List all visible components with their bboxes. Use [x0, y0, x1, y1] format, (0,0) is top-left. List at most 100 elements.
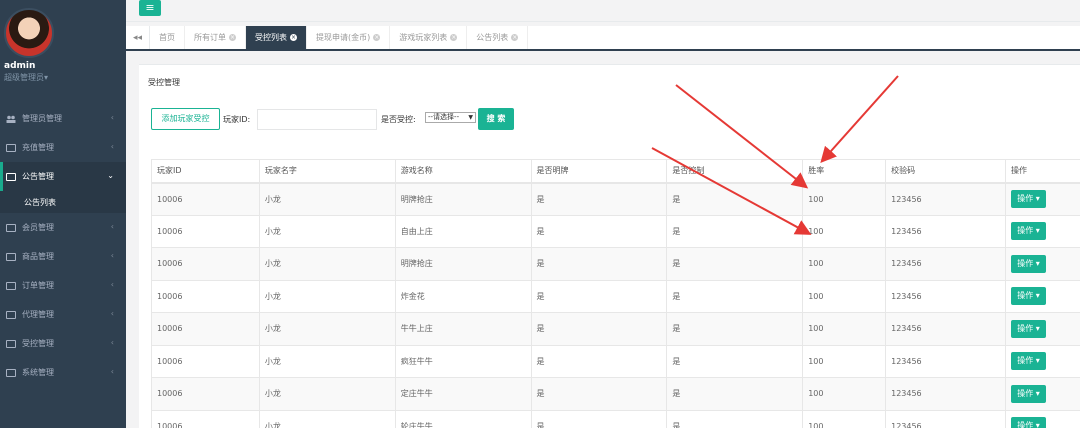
menu-toggle-button[interactable]: ≡: [139, 0, 161, 16]
table-cell: 10006: [151, 247, 260, 281]
user-role-dropdown[interactable]: 超级管理员▾: [4, 72, 126, 83]
sidebar-item-label: 管理员管理: [22, 114, 62, 123]
player-id-input[interactable]: [257, 109, 377, 130]
table-row: 10006 小龙 明牌抢庄是是 100 123456 操作 ▾: [151, 182, 1080, 216]
app-root: admin 超级管理员▾ 管理员管理 ‹ 充值管理 ‹ 公告管理 ⌄ 公告列表: [0, 0, 1080, 428]
table-cell: 定庄牛牛: [394, 377, 532, 411]
chevron-left-icon: ‹: [110, 367, 114, 376]
table-cell: 是: [530, 377, 668, 411]
monitor-icon: [6, 310, 16, 319]
controlled-table: 玩家ID 玩家名字 游戏名称 是否明牌 是否控制 胜率 校验码 操作 10006…: [151, 159, 1080, 428]
table-cell: 123456: [885, 279, 1006, 313]
table-cell: 10006: [151, 312, 260, 346]
table-cell: 小龙: [258, 377, 396, 411]
add-controlled-player-button[interactable]: 添加玩家受控: [151, 108, 220, 130]
action-dropdown-button[interactable]: 操作 ▾: [1010, 384, 1046, 403]
search-button[interactable]: 搜 索: [478, 108, 514, 130]
sidebar-item-members[interactable]: 会员管理 ‹: [0, 213, 126, 242]
column-header: 游戏名称: [394, 159, 532, 184]
chevron-down-icon: ▼: [468, 114, 473, 121]
table-cell: 小龙: [258, 279, 396, 313]
action-dropdown-button[interactable]: 操作 ▾: [1010, 222, 1046, 241]
chevron-down-icon: ▾: [44, 73, 49, 82]
table-row: 10006 小龙 自由上庄是是 100 123456 操作 ▾: [151, 214, 1080, 248]
table-cell: 牛牛上庄: [394, 312, 532, 346]
column-header: 校验码: [885, 159, 1006, 184]
tab-announcement-list[interactable]: 公告列表 ×: [467, 26, 529, 49]
sidebar-item-recharge[interactable]: 充值管理 ‹: [0, 133, 126, 162]
column-header: 玩家ID: [151, 159, 260, 184]
sidebar-item-admin-management[interactable]: 管理员管理 ‹: [0, 104, 126, 133]
table-cell: 轮庄牛牛: [394, 409, 532, 428]
controlled-label: 是否受控:: [381, 115, 416, 124]
table-cell: 10006: [151, 409, 260, 428]
table-cell: 123456: [885, 182, 1006, 216]
table-cell: 操作 ▾: [1004, 409, 1080, 428]
action-dropdown-button[interactable]: 操作 ▾: [1010, 417, 1046, 428]
tab-game-players[interactable]: 游戏玩家列表 ×: [390, 26, 468, 49]
tab-home[interactable]: 首页: [150, 26, 185, 49]
table-cell: 100: [802, 312, 887, 346]
table-cell: 小龙: [258, 344, 396, 378]
column-header: 玩家名字: [258, 159, 396, 184]
tab-all-orders[interactable]: 所有订单 ×: [185, 26, 246, 49]
close-icon[interactable]: ×: [229, 34, 236, 41]
action-dropdown-button[interactable]: 操作 ▾: [1010, 352, 1046, 371]
sidebar-subitem-announcement-list[interactable]: 公告列表: [0, 191, 126, 213]
tab-label: 首页: [159, 33, 175, 42]
action-dropdown-button[interactable]: 操作 ▾: [1010, 287, 1046, 306]
close-icon[interactable]: ×: [290, 34, 297, 41]
table-cell: 100: [802, 377, 887, 411]
column-header: 是否控制: [666, 159, 804, 184]
tab-label: 提现申请(金币): [316, 33, 371, 42]
monitor-icon: [6, 368, 16, 377]
table-cell: 是: [666, 214, 804, 248]
avatar[interactable]: [4, 8, 54, 58]
monitor-icon: [6, 339, 16, 348]
controlled-select[interactable]: --请选择-- ▼: [425, 112, 476, 123]
monitor-icon: [6, 252, 16, 261]
sidebar-item-announcements[interactable]: 公告管理 ⌄: [0, 162, 126, 191]
action-dropdown-button[interactable]: 操作 ▾: [1010, 319, 1046, 338]
profile: admin 超级管理员▾: [0, 0, 126, 92]
sidebar-item-label: 系统管理: [22, 368, 54, 377]
table-cell: 123456: [885, 344, 1006, 378]
table-cell: 是: [530, 344, 668, 378]
table-cell: 10006: [151, 279, 260, 313]
sidebar-item-label: 订单管理: [22, 281, 54, 290]
tab-label: 所有订单: [194, 33, 226, 42]
users-icon: [6, 115, 16, 123]
sidebar-item-agents[interactable]: 代理管理 ‹: [0, 300, 126, 329]
main-panel: 受控管理 添加玩家受控 玩家ID: 是否受控: --请选择-- ▼ 搜 索 玩家I…: [139, 64, 1080, 428]
table-cell: 123456: [885, 247, 1006, 281]
table-cell: 10006: [151, 214, 260, 248]
table-row: 10006 小龙 疯狂牛牛是是 100 123456 操作 ▾: [151, 344, 1080, 378]
tabs-scroll-left-button[interactable]: ◂◂: [126, 26, 150, 49]
chevron-left-icon: ‹: [110, 222, 114, 231]
chevron-left-icon: ‹: [110, 142, 114, 151]
table-cell: 是: [530, 214, 668, 248]
close-icon[interactable]: ×: [511, 34, 519, 41]
username[interactable]: admin: [4, 61, 126, 71]
action-dropdown-button[interactable]: 操作 ▾: [1010, 190, 1046, 208]
sidebar-item-controlled[interactable]: 受控管理 ‹: [0, 329, 126, 358]
tab-label: 公告列表: [476, 33, 509, 42]
user-role-label: 超级管理员: [4, 73, 44, 82]
table-cell: 是: [666, 279, 804, 313]
panel-title: 受控管理: [148, 78, 180, 87]
sidebar-item-orders[interactable]: 订单管理 ‹: [0, 271, 126, 300]
action-dropdown-button[interactable]: 操作 ▾: [1010, 254, 1046, 273]
chevron-down-icon: ⌄: [107, 171, 114, 180]
table-cell: 操作 ▾: [1004, 214, 1080, 248]
tab-controlled-list[interactable]: 受控列表 ×: [246, 26, 307, 49]
close-icon[interactable]: ×: [373, 34, 381, 41]
table-header-row: 玩家ID 玩家名字 游戏名称 是否明牌 是否控制 胜率 校验码 操作: [151, 159, 1080, 184]
table-cell: 操作 ▾: [1004, 377, 1080, 411]
sidebar-item-system[interactable]: 系统管理 ‹: [0, 358, 126, 387]
sidebar-item-label: 受控管理: [22, 339, 54, 348]
table-cell: 123456: [885, 377, 1006, 411]
table-cell: 是: [530, 182, 668, 216]
close-icon[interactable]: ×: [450, 34, 458, 41]
sidebar-item-products[interactable]: 商品管理 ‹: [0, 242, 126, 271]
tab-withdraw-requests[interactable]: 提现申请(金币) ×: [307, 26, 391, 49]
